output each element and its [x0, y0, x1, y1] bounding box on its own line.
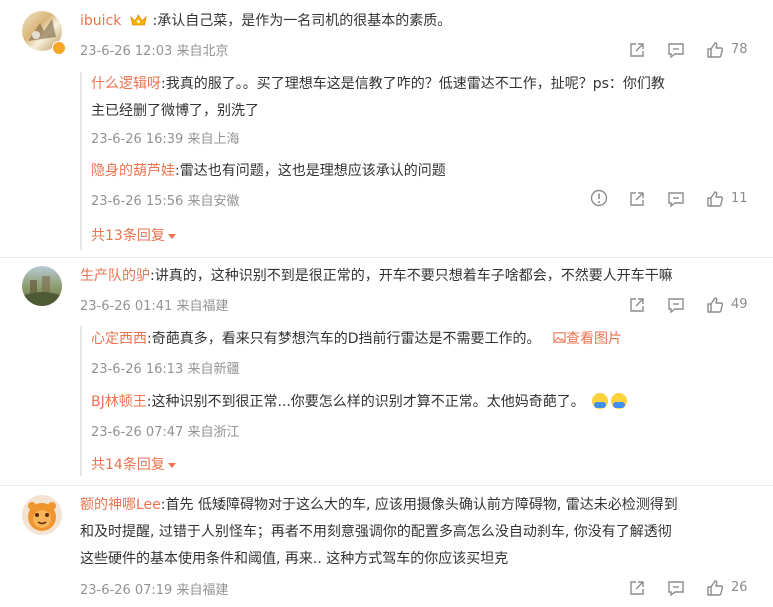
emoji-icon — [611, 393, 628, 409]
comment-text: :首先 低矮障碍物对于这么大的车, 应该用摄像头确认前方障碍物, 雷达未必检测得… — [160, 497, 678, 513]
like-icon[interactable] — [705, 295, 725, 315]
reply-username[interactable]: 隐身的葫芦娃 — [91, 163, 175, 179]
comment-username[interactable]: 生产队的驴 — [80, 268, 150, 284]
comment-username[interactable]: 额的神哪Lee — [80, 497, 161, 513]
comment-location: 来自北京 — [176, 44, 229, 59]
like-icon[interactable] — [705, 189, 725, 209]
verified-badge — [52, 41, 66, 55]
comment-location: 来自福建 — [176, 299, 229, 314]
chevron-down-icon — [167, 233, 176, 239]
share-icon[interactable] — [627, 295, 647, 315]
reply-location: 来自新疆 — [187, 362, 240, 377]
comment-text-cont: 和及时提醒, 过错于人别怪车；再者不用刻意强调你的配置多高怎么没自动刹车, 你没… — [80, 524, 672, 540]
vip-crown-icon — [130, 12, 148, 26]
reply-time: 23-6-26 16:39 — [91, 132, 184, 147]
reply-divider — [80, 72, 82, 250]
reply-divider — [80, 326, 82, 476]
comment-icon[interactable] — [666, 40, 686, 60]
emoji-icon — [592, 393, 609, 409]
avatar[interactable] — [22, 495, 62, 535]
share-icon[interactable] — [627, 40, 647, 60]
reply-username[interactable]: BJ林顿王 — [91, 394, 147, 410]
like-icon[interactable] — [705, 40, 725, 60]
reply-text: :雷达也有问题，这也是理想应该承认的问题 — [175, 163, 446, 179]
image-icon — [553, 332, 566, 343]
avatar[interactable] — [22, 266, 62, 306]
share-icon[interactable] — [627, 578, 647, 598]
reply-text: :我真的服了。。买了理想车这是信教了咋的？低速雷达不工作，扯呢？ps：你们教 — [161, 76, 665, 92]
reply-username[interactable]: 心定西西 — [91, 331, 147, 347]
reply-text: :这种识别不到很正常...你要怎么样的识别才算不正常。太他妈奇葩了。 — [146, 394, 585, 410]
like-count: 49 — [731, 297, 748, 312]
reply-text-cont: 主已经删了微博了，别洗了 — [91, 103, 259, 119]
reply-location: 来自上海 — [187, 132, 240, 147]
like-count: 78 — [731, 42, 748, 57]
like-icon[interactable] — [705, 578, 725, 598]
comment-username[interactable]: ibuick — [80, 13, 121, 29]
comment-icon[interactable] — [666, 189, 686, 209]
comment-time: 23-6-26 12:03 — [80, 44, 173, 59]
comment-text-cont: 这些硬件的基本使用条件和阈值, 再来.. 这种方式驾车的你应该买坦克 — [80, 551, 509, 567]
like-count: 11 — [731, 191, 748, 206]
comment-icon[interactable] — [666, 295, 686, 315]
reply-username[interactable]: 什么逻辑呀 — [91, 76, 161, 92]
comment-text: :讲真的，这种识别不到是很正常的，开车不要只想着车子啥都会，不然要人开车干嘛 — [150, 268, 673, 284]
reply-time: 23-6-26 15:56 — [91, 194, 184, 209]
comment-time: 23-6-26 07:19 — [80, 583, 173, 598]
comment-time: 23-6-26 01:41 — [80, 299, 173, 314]
comment-text: :承认自己菜，是作为一名司机的很基本的素质。 — [152, 13, 452, 29]
divider — [0, 485, 773, 486]
reply-time: 23-6-26 16:13 — [91, 362, 184, 377]
share-icon[interactable] — [627, 189, 647, 209]
chevron-down-icon — [167, 462, 176, 468]
comment-location: 来自福建 — [176, 583, 229, 598]
report-icon[interactable] — [589, 188, 609, 208]
more-replies-link[interactable]: 共13条回复 — [91, 225, 176, 245]
divider — [0, 257, 773, 258]
reply-location: 来自浙江 — [187, 425, 240, 440]
reply-location: 来自安徽 — [187, 194, 240, 209]
view-image-link[interactable]: 查看图片 — [553, 331, 622, 347]
comment-icon[interactable] — [666, 578, 686, 598]
reply-time: 23-6-26 07:47 — [91, 425, 184, 440]
like-count: 26 — [731, 580, 748, 595]
more-replies-link[interactable]: 共14条回复 — [91, 454, 176, 474]
reply-text: :奇葩真多，看来只有梦想汽车的D挡前行雷达是不需要工作的。 — [147, 331, 541, 347]
